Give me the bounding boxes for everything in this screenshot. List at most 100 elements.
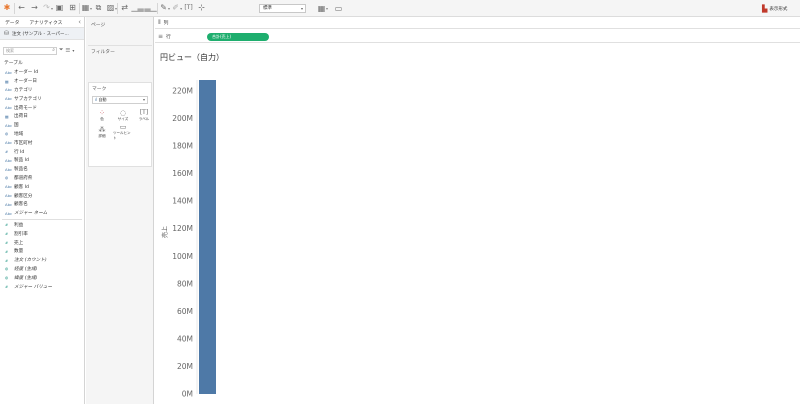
detail-button[interactable]: ⁂ 詳細 xyxy=(92,124,112,140)
measure-field[interactable]: # 注文 (カウント) xyxy=(0,256,84,265)
dimension-field[interactable]: Abc 市区町村 xyxy=(0,138,84,147)
dimension-field[interactable]: Abc メジャー ネーム xyxy=(0,209,84,218)
dimension-list: Abc オーダー Id ▦ オーダー日 Abc カテゴリ Abc サブカテゴリ Abc 出荷モード… xyxy=(0,68,84,218)
tab-data[interactable]: データ xyxy=(0,19,24,26)
y-tick-label: 100M xyxy=(172,252,193,261)
dimension-field[interactable]: Abc 顧客 Id xyxy=(0,182,84,191)
dimension-field[interactable]: ◍ 地域 xyxy=(0,130,84,139)
rows-shelf[interactable]: ≡ 行 合計(売上) xyxy=(155,31,800,43)
dimension-field[interactable]: Abc 国 xyxy=(0,121,84,130)
field-label: 顧客名 xyxy=(14,202,28,208)
worksheet-view: 円ビュー（自力） 0M 20M 40M 60M 80M 100M 120M 140M 160M 1… xyxy=(155,44,800,404)
measure-field[interactable]: ◍ 緯度 (生成) xyxy=(0,273,84,282)
string-type-icon: Abc xyxy=(5,69,13,75)
dimension-field[interactable]: Abc 顧客名 xyxy=(0,200,84,209)
undo-icon[interactable]: ← xyxy=(15,3,28,14)
pin-axis-icon[interactable]: ⊹ xyxy=(195,3,208,14)
search-icon: ⌕ xyxy=(52,46,55,53)
string-type-icon: Abc xyxy=(5,201,13,207)
label-button[interactable]: [T] ラベル xyxy=(134,107,154,123)
y-tick-label: 120M xyxy=(172,224,193,233)
save-icon[interactable]: ▣ xyxy=(53,3,66,14)
filter-icon[interactable]: ⏷ xyxy=(59,47,63,54)
measure-field[interactable]: # 割引率 xyxy=(0,229,84,238)
dimension-field[interactable]: ▦ 出荷日 xyxy=(0,112,84,121)
cards-column: ページ フィルター マーク ıl 自動 ▾ ⁘ 色 ◌ サイズ [T] ラベル … xyxy=(86,17,154,404)
sort-asc-icon[interactable]: ▁▃ xyxy=(131,3,144,14)
fit-dropdown-icon[interactable]: ▾ xyxy=(326,6,328,11)
presentation-icon[interactable]: ▭ xyxy=(333,3,344,14)
search-input[interactable]: 検索 ⌕ xyxy=(3,46,57,55)
field-label: 製品 Id xyxy=(14,158,29,164)
data-pane-tabs: データ アナリティクス ‹ xyxy=(0,17,84,28)
string-type-icon: Abc xyxy=(5,166,13,172)
datasource-item[interactable]: ⛁ 注文 (サンプル - スーパー... xyxy=(0,28,84,40)
datasource-label: 注文 (サンプル - スーパー... xyxy=(12,31,69,37)
string-type-icon: Abc xyxy=(5,96,13,102)
add-datasource-icon[interactable]: ⊞ xyxy=(66,3,79,14)
bar-sum-sales[interactable] xyxy=(199,80,216,394)
number-type-icon: # xyxy=(5,149,9,155)
measure-field[interactable]: # 数量 xyxy=(0,247,84,256)
fit-select[interactable]: 標準 ▾ xyxy=(259,4,306,13)
measure-field[interactable]: # 利益 xyxy=(0,221,84,230)
swap-icon[interactable]: ⇄ xyxy=(118,3,131,14)
tab-analytics[interactable]: アナリティクス xyxy=(24,19,67,26)
dimension-field[interactable]: # 行 Id xyxy=(0,147,84,156)
sort-desc-icon[interactable]: ▃▁ xyxy=(144,3,157,14)
y-tick-label: 160M xyxy=(172,169,193,178)
measure-field[interactable]: # 売上 xyxy=(0,238,84,247)
bar-chart: 0M 20M 40M 60M 80M 100M 120M 140M 160M 180M 200M 22… xyxy=(161,80,216,399)
dimension-field[interactable]: Abc オーダー Id xyxy=(0,68,84,77)
dimension-field[interactable]: ◍ 都道府県 xyxy=(0,174,84,183)
number-type-icon: # xyxy=(5,248,9,254)
chevron-down-icon[interactable]: ▾ xyxy=(72,48,74,53)
redo-icon[interactable]: → xyxy=(28,3,41,14)
measure-field[interactable]: # メジャー バリュー xyxy=(0,282,84,291)
dimension-field[interactable]: Abc カテゴリ xyxy=(0,86,84,95)
mark-type-icon: ıl xyxy=(95,97,98,102)
view-list-icon[interactable]: ☰ xyxy=(65,48,70,54)
field-label: 地域 xyxy=(14,131,24,137)
globe-icon: ◍ xyxy=(5,266,9,272)
filters-title: フィルター xyxy=(91,50,115,55)
chevron-down-icon: ▾ xyxy=(300,6,303,11)
measure-field[interactable]: ◍ 経度 (生成) xyxy=(0,265,84,274)
rows-icon: ≡ xyxy=(158,33,164,40)
field-label: 国 xyxy=(14,123,19,129)
duplicate-sheet-icon[interactable]: ⧉ xyxy=(92,3,105,14)
size-button[interactable]: ◌ サイズ xyxy=(113,107,133,123)
dimension-field[interactable]: Abc 製品 Id xyxy=(0,156,84,165)
columns-shelf[interactable]: ⦀ 列 xyxy=(155,17,800,29)
mark-type-select[interactable]: ıl 自動 ▾ xyxy=(92,96,148,104)
show-me-button[interactable]: ▙ 表示形式 xyxy=(762,3,787,14)
dimension-field[interactable]: Abc 出荷モード xyxy=(0,103,84,112)
y-tick-label: 220M xyxy=(172,87,193,96)
y-tick-label: 40M xyxy=(177,334,193,343)
filters-card[interactable]: フィルター xyxy=(88,45,152,81)
number-type-icon: # xyxy=(5,284,9,290)
string-type-icon: Abc xyxy=(5,193,13,199)
tooltip-label: ツールヒント xyxy=(113,131,131,140)
table-section-title: テーブル xyxy=(4,61,23,66)
divider xyxy=(2,218,82,220)
y-tick-label: 200M xyxy=(172,114,193,123)
dimension-field[interactable]: Abc 製品名 xyxy=(0,165,84,174)
string-type-icon: Abc xyxy=(5,184,13,190)
tableau-logo-icon[interactable]: ✱ xyxy=(0,3,14,14)
field-label: 顧客区分 xyxy=(14,193,33,199)
tooltip-button[interactable]: ▭ ツールヒント xyxy=(113,123,133,140)
y-tick-label: 60M xyxy=(177,307,193,316)
pages-card[interactable]: ページ xyxy=(88,19,152,44)
show-me-icon: ▙ xyxy=(762,4,768,13)
detail-icon: ⁂ xyxy=(98,125,106,134)
rows-pill-sum-sales[interactable]: 合計(売上) xyxy=(207,33,269,41)
label-label: ラベル xyxy=(138,116,150,121)
dimension-field[interactable]: ▦ オーダー日 xyxy=(0,77,84,86)
dimension-field[interactable]: Abc 顧客区分 xyxy=(0,191,84,200)
calendar-icon: ▦ xyxy=(5,113,9,119)
collapse-icon[interactable]: ‹ xyxy=(78,18,81,26)
color-button[interactable]: ⁘ 色 xyxy=(92,107,112,123)
dimension-field[interactable]: Abc サブカテゴリ xyxy=(0,94,84,103)
label-icon[interactable]: [T] xyxy=(182,3,195,14)
